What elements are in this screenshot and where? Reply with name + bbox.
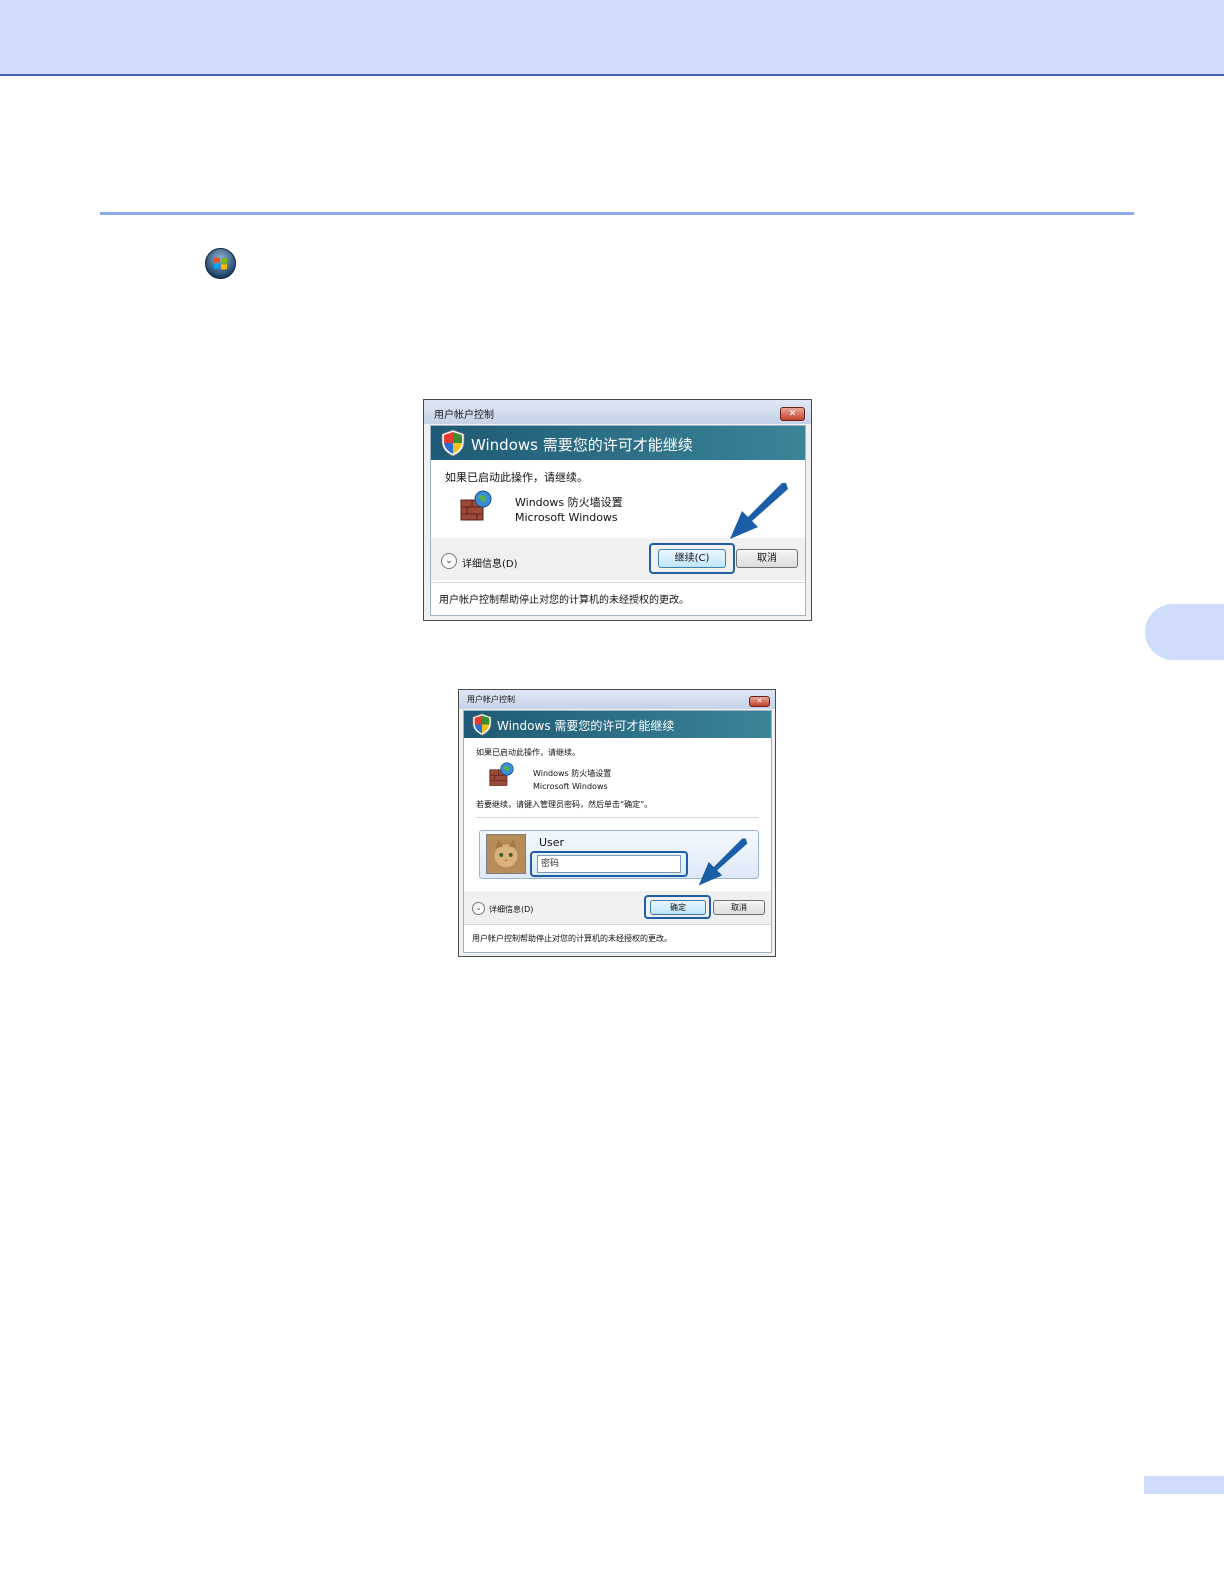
dialog-prompt: 如果已启动此操作，请继续。 (445, 471, 588, 484)
chapter-tab (1145, 604, 1224, 660)
continue-button[interactable]: 继续(C) (658, 549, 726, 568)
dialog-banner-text: Windows 需要您的许可才能继续 (497, 719, 675, 733)
close-button[interactable]: ✕ (780, 407, 805, 421)
firewall-icon (460, 490, 492, 521)
user-name: User (539, 836, 565, 849)
instruction-separator (476, 817, 759, 818)
dialog-footer: 用户帐户控制帮助停止对您的计算机的未经授权的更改。 (472, 934, 672, 943)
program-name: Windows 防火墙设置 (515, 496, 623, 509)
uac-dialog-password: 用户帐户控制 ✕ Windows 需要您的许可才能继续 如果已启动此操作，请继续… (458, 689, 776, 957)
details-toggle[interactable]: 详细信息(D) (489, 904, 533, 915)
pointer-arrow-icon (698, 838, 748, 886)
dialog-title: 用户帐户控制 (467, 695, 515, 704)
password-instruction: 若要继续，请键入管理员密码，然后单击“确定”。 (476, 800, 653, 809)
chevron-down-icon[interactable]: ⌄ (441, 553, 457, 569)
ok-button[interactable]: 确定 (650, 900, 706, 915)
dialog-titlebar: 用户帐户控制 ✕ (459, 690, 775, 709)
dialog-title: 用户帐户控制 (434, 410, 494, 421)
firewall-icon (489, 762, 514, 786)
windows-start-icon (205, 248, 236, 279)
program-publisher: Microsoft Windows (515, 511, 618, 524)
uac-shield-icon (441, 429, 465, 457)
chevron-down-icon[interactable]: ⌄ (472, 902, 485, 915)
dialog-titlebar: 用户帐户控制 ✕ (424, 400, 811, 424)
footer-separator (431, 582, 805, 583)
dialog-banner: Windows 需要您的许可才能继续 (431, 426, 805, 460)
program-publisher: Microsoft Windows (533, 782, 608, 791)
cancel-button[interactable]: 取消 (736, 549, 798, 568)
dialog-footer: 用户帐户控制帮助停止对您的计算机的未经授权的更改。 (439, 595, 689, 606)
footer-separator (464, 924, 771, 925)
section-divider (100, 212, 1134, 215)
uac-shield-icon (472, 713, 492, 736)
page-number-tab (1144, 1476, 1224, 1494)
close-button[interactable]: ✕ (749, 696, 770, 707)
top-banner (0, 0, 1224, 76)
dialog-banner-text: Windows 需要您的许可才能继续 (471, 436, 693, 454)
cancel-button[interactable]: 取消 (713, 900, 765, 915)
dialog-prompt: 如果已启动此操作，请继续。 (476, 748, 580, 757)
user-avatar (486, 834, 526, 874)
password-input[interactable]: 密码 (537, 855, 681, 873)
pointer-arrow-icon (730, 483, 788, 539)
program-name: Windows 防火墙设置 (533, 769, 612, 778)
dialog-banner: Windows 需要您的许可才能继续 (464, 711, 771, 738)
details-toggle[interactable]: 详细信息(D) (462, 555, 518, 570)
dialog-body: Windows 需要您的许可才能继续 如果已启动此操作，请继续。 Windows… (463, 710, 772, 953)
